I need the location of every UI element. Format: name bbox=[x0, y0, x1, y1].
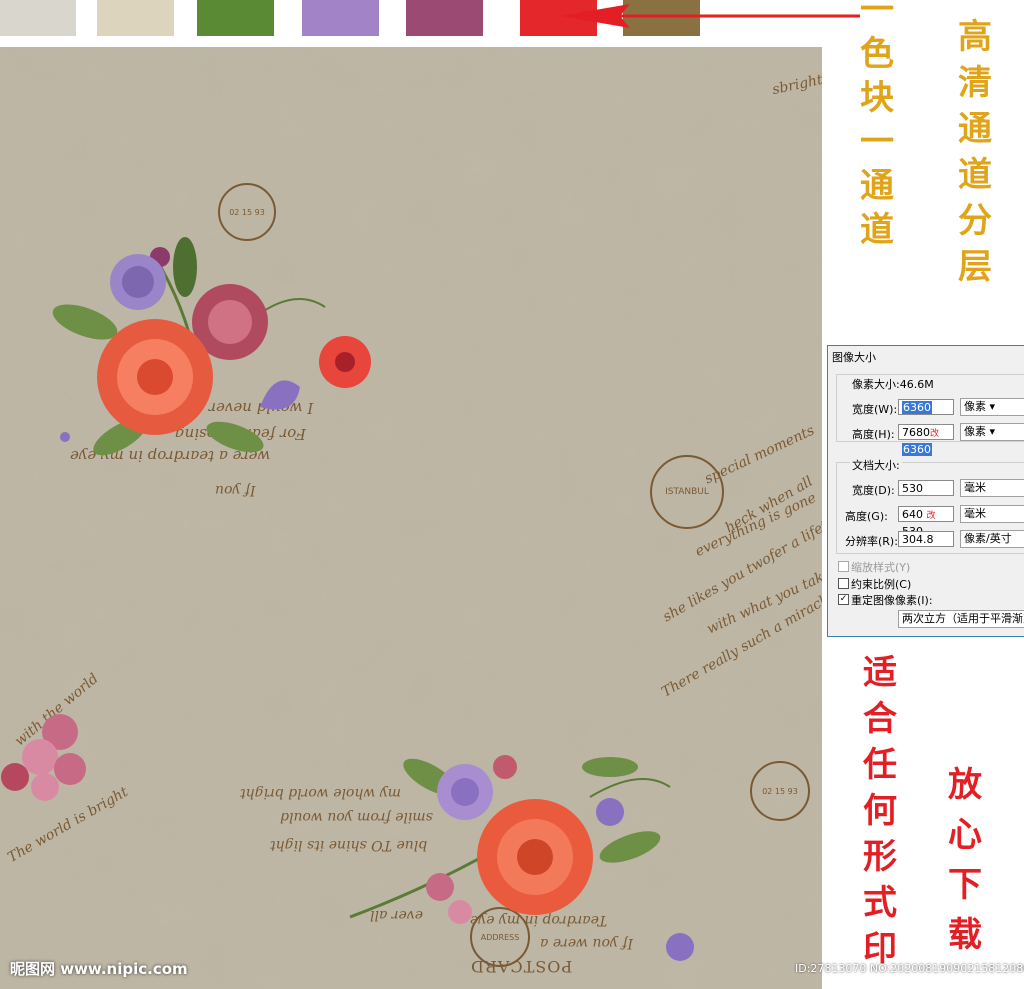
width-label: 宽度(W): bbox=[852, 403, 898, 416]
red-arrow-icon bbox=[560, 4, 860, 28]
rose-bouquet-top bbox=[52, 237, 371, 456]
document-size-label: 文档大小: bbox=[850, 457, 902, 473]
width-input[interactable]: 6360 bbox=[898, 399, 954, 415]
swatch-mauve bbox=[406, 0, 483, 36]
resample-checkbox[interactable]: ✓ bbox=[838, 594, 849, 605]
doc-height-unit-select[interactable]: 毫米 bbox=[960, 505, 1024, 523]
swatch-light-gray bbox=[0, 0, 76, 36]
swatch-lavender bbox=[302, 0, 379, 36]
width-unit-select[interactable]: 像素 ▾ bbox=[960, 398, 1024, 416]
postmark-stamp: 02 15 93 bbox=[750, 761, 810, 821]
swatch-green bbox=[197, 0, 274, 36]
vertical-text-hd-layers: 高 清 通 道 分 层 bbox=[958, 17, 992, 287]
watermark-logo: 昵图网 www.nipic.com bbox=[10, 960, 188, 978]
script-text: If you bbox=[215, 482, 256, 498]
pink-flower-cluster bbox=[1, 714, 86, 801]
doc-width-input[interactable]: 530 bbox=[898, 480, 954, 496]
height-label: 高度(H): bbox=[852, 428, 895, 441]
image-size-dialog: 图像大小 像素大小:46.6M 宽度(W): 6360 像素 ▾ 高度(H): … bbox=[827, 345, 1024, 637]
dialog-title: 图像大小 bbox=[832, 351, 876, 364]
vertical-text-download: 放 心 下 载 bbox=[948, 765, 982, 955]
height-input[interactable]: 7680改6360 bbox=[898, 424, 954, 456]
rose-bouquet-bottom bbox=[349, 755, 694, 961]
resample-label: 重定图像像素(I): bbox=[851, 594, 933, 607]
pattern-canvas: sbright If you were a teardrop in my eye… bbox=[0, 47, 822, 989]
postmark-stamp: ISTANBUL bbox=[650, 455, 724, 529]
swatch-beige bbox=[97, 0, 174, 36]
doc-width-unit-select[interactable]: 毫米 bbox=[960, 479, 1024, 497]
image-id-text: ID:27813070 NO:20200819090215812080 bbox=[795, 962, 1024, 975]
height-unit-select[interactable]: 像素 ▾ bbox=[960, 423, 1024, 441]
constrain-checkbox[interactable] bbox=[838, 578, 849, 589]
scale-styles-checkbox[interactable] bbox=[838, 561, 849, 572]
vertical-text-suitable-print: 适 合 任 何 形 式 印 bbox=[863, 653, 897, 969]
doc-height-input[interactable]: 640 改 530 bbox=[898, 506, 954, 538]
pixel-dimensions-label: 像素大小:46.6M bbox=[850, 376, 936, 392]
resolution-label: 分辨率(R): bbox=[845, 535, 898, 548]
resolution-input[interactable]: 304.8 bbox=[898, 531, 954, 547]
constrain-label: 约束比例(C) bbox=[851, 578, 912, 591]
doc-width-label: 宽度(D): bbox=[852, 484, 895, 497]
doc-height-label: 高度(G): bbox=[845, 510, 888, 523]
vertical-text-one-channel: 一 色 块 一 通 道 bbox=[860, 0, 894, 250]
scale-styles-label: 缩放样式(Y) bbox=[851, 561, 911, 574]
resolution-unit-select[interactable]: 像素/英寸 bbox=[960, 530, 1024, 548]
resample-method-select[interactable]: 两次立方（适用于平滑渐变 bbox=[898, 610, 1024, 628]
